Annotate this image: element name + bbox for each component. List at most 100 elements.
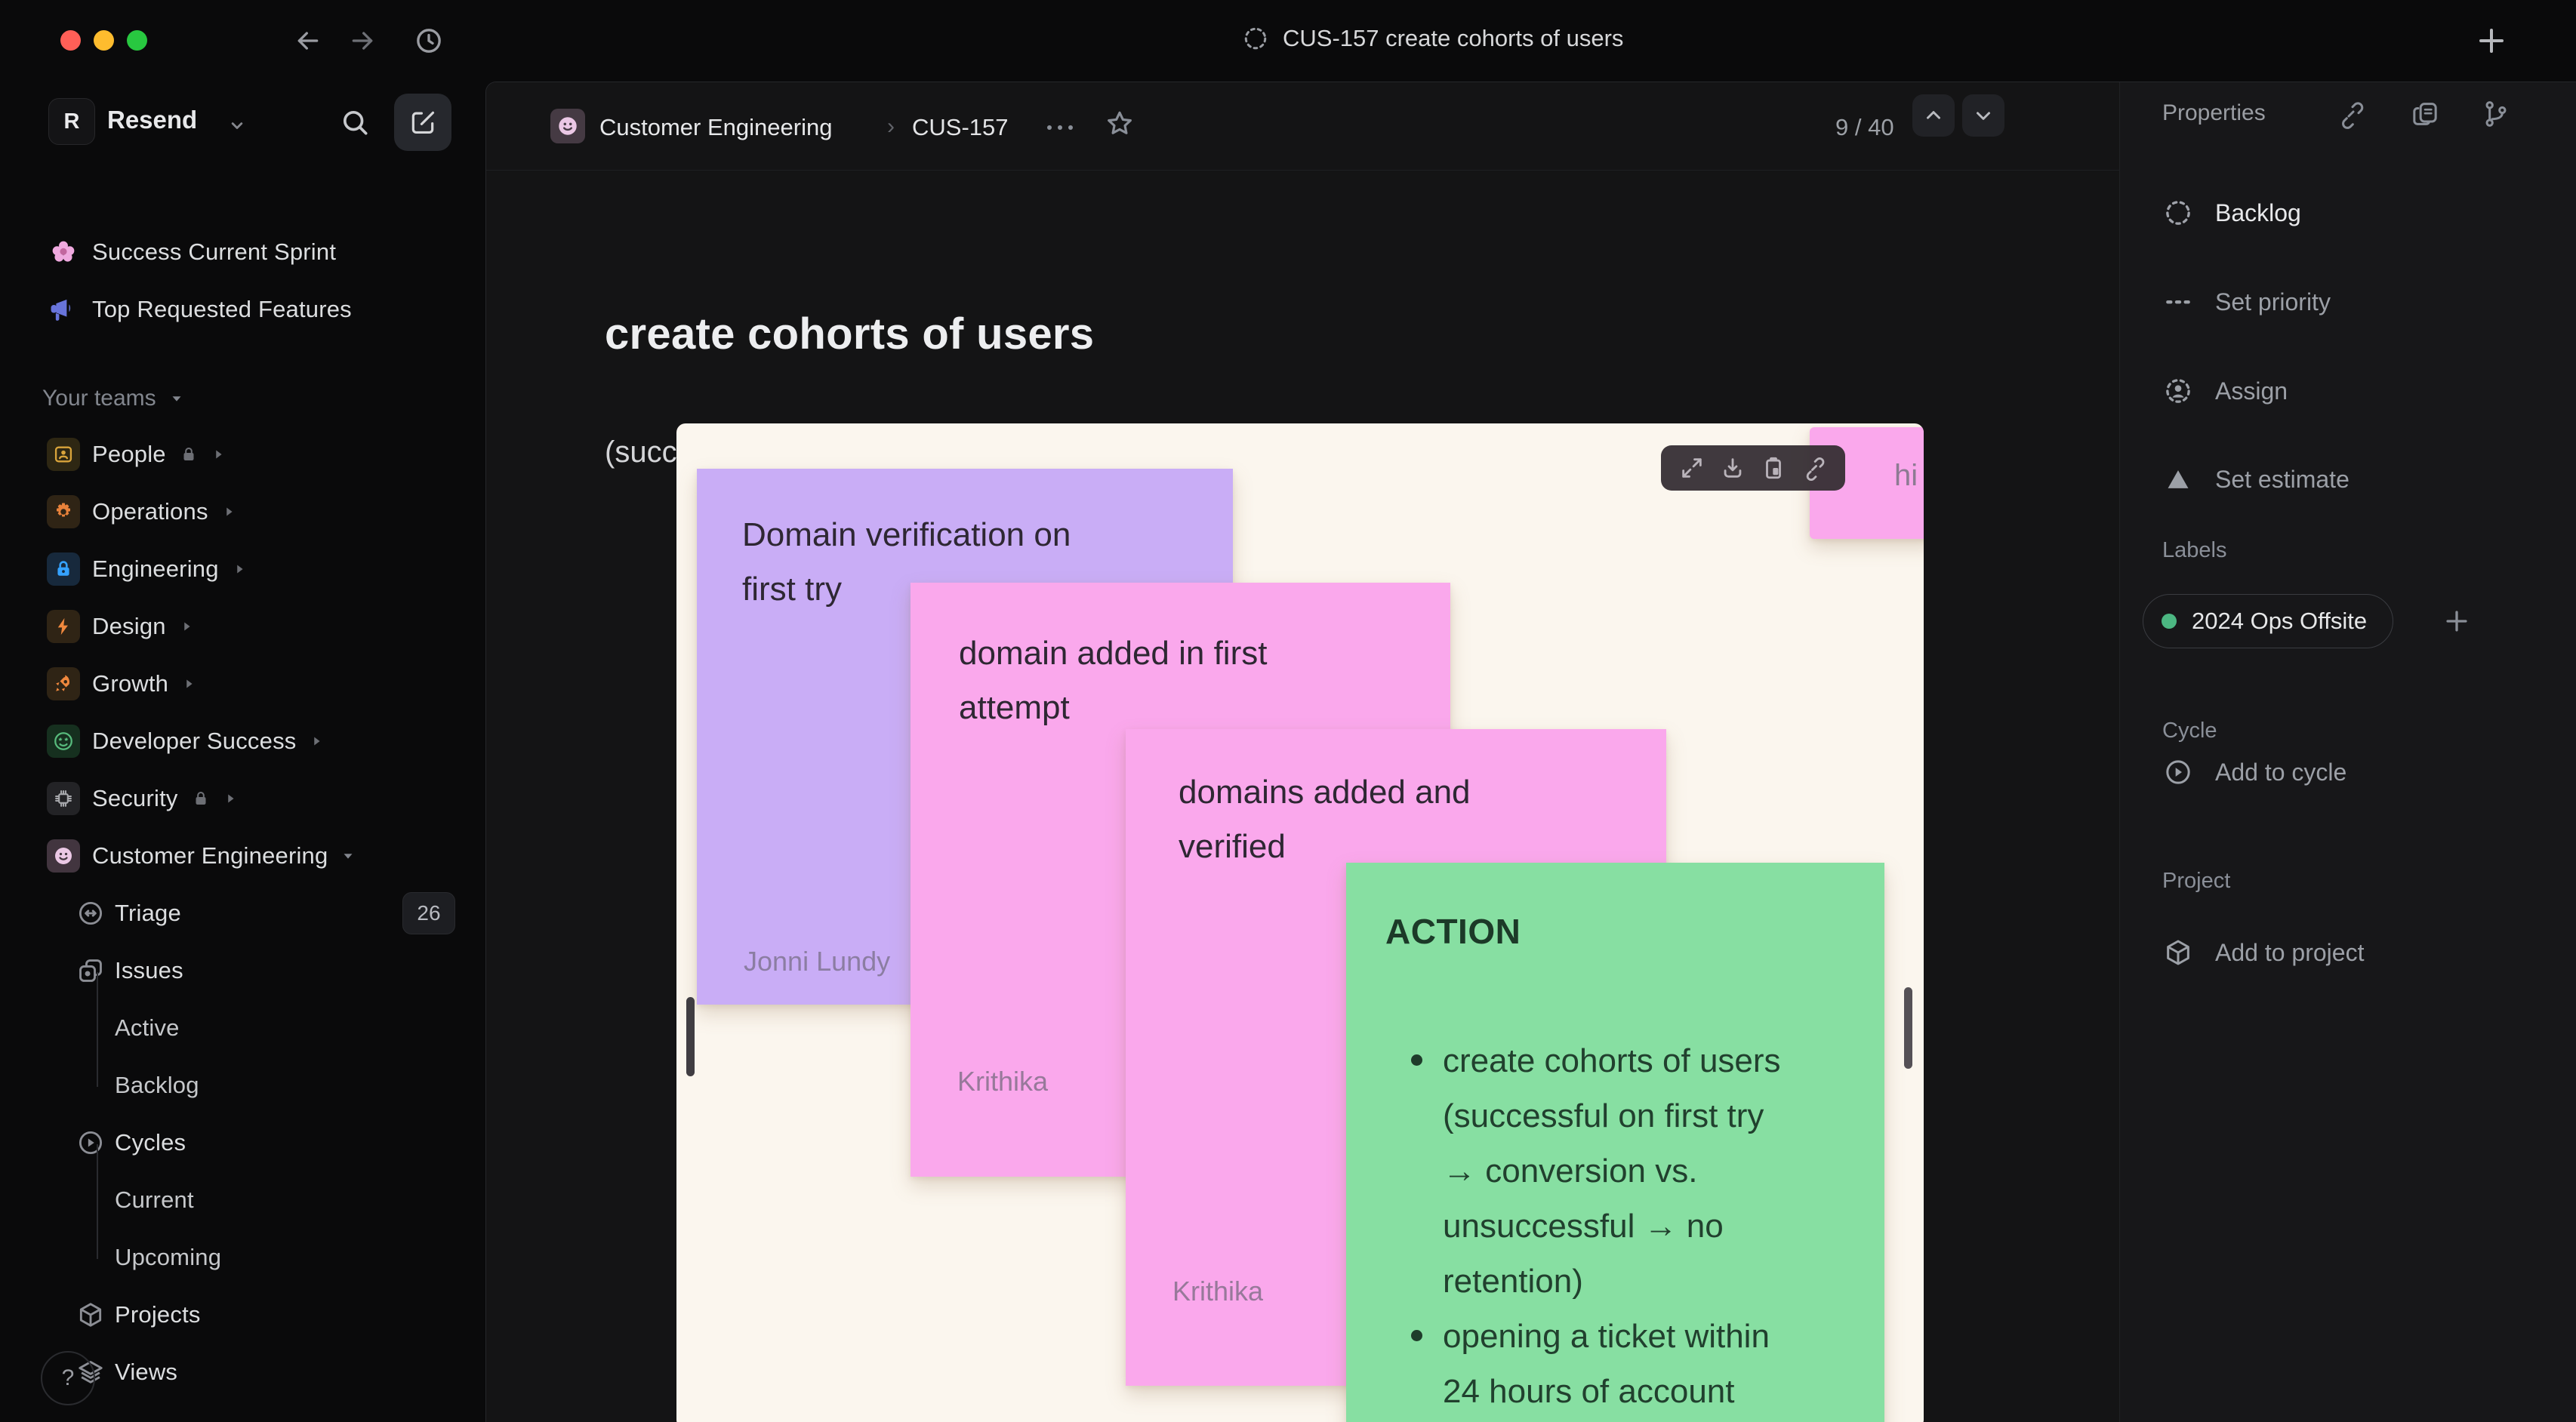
sidebar-item-issues[interactable]: Issues: [0, 942, 485, 999]
minimize-window-button[interactable]: [94, 30, 114, 51]
sidebar-item-backlog[interactable]: Backlog: [0, 1057, 485, 1114]
lock-blue-icon: [47, 552, 80, 586]
label-pill[interactable]: 2024 Ops Offsite: [2143, 594, 2394, 648]
team-label: Security: [92, 785, 178, 811]
forward-icon[interactable]: [347, 26, 377, 56]
sidebar-item-upcoming[interactable]: Upcoming: [0, 1229, 485, 1286]
backlog-status-icon: [2162, 197, 2194, 229]
help-button[interactable]: ?: [41, 1351, 95, 1405]
chevron-right-icon[interactable]: [231, 561, 248, 577]
labels-header: Labels: [2162, 538, 2227, 562]
chevron-right-icon[interactable]: [220, 503, 237, 520]
chevron-right-icon[interactable]: [180, 676, 197, 692]
previous-issue-button[interactable]: [1912, 94, 1955, 137]
sidebar-item-label: Active: [115, 1014, 180, 1041]
your-teams-header[interactable]: Your teams: [42, 376, 528, 421]
projects-cube-icon: [75, 1300, 106, 1330]
sidebar-team-design[interactable]: Design: [0, 598, 485, 655]
gear-icon: [47, 495, 80, 528]
sticky-note-author: Krithika: [1172, 1276, 1264, 1307]
chevron-right-icon[interactable]: [178, 618, 195, 635]
expand-image-icon[interactable]: [1679, 455, 1705, 481]
sidebar-team-customer-engineering[interactable]: Customer Engineering: [0, 827, 485, 885]
sidebar-item-cycles[interactable]: Cycles: [0, 1114, 485, 1171]
sidebar-item-label: Views: [115, 1359, 178, 1385]
megaphone-icon: [47, 293, 80, 326]
copy-id-icon[interactable]: [2410, 99, 2440, 129]
more-options-icon[interactable]: [1043, 119, 1077, 137]
status-row[interactable]: Backlog: [2162, 197, 2301, 229]
titlebar: CUS-157 create cohorts of users: [0, 0, 2576, 82]
download-image-icon[interactable]: [1720, 455, 1746, 481]
team-label: Customer Engineering: [92, 842, 328, 869]
team-label: People: [92, 441, 166, 467]
sidebar-team-engineering[interactable]: Engineering: [0, 540, 485, 598]
action-title: ACTION: [1385, 912, 1521, 951]
workspace-name[interactable]: Resend: [107, 106, 197, 134]
copy-link-icon[interactable]: [1801, 455, 1827, 481]
sidebar-item-label: Success Current Sprint: [92, 239, 337, 265]
sidebar-item-top-requested-features[interactable]: Top Requested Features: [0, 281, 485, 338]
sidebar-team-developer-success[interactable]: Developer Success: [0, 713, 485, 770]
image-resize-handle-left[interactable]: [686, 997, 695, 1076]
team-label: Developer Success: [92, 728, 297, 754]
close-window-button[interactable]: [60, 30, 81, 51]
triage-count-badge: 26: [402, 892, 455, 934]
add-label-icon[interactable]: [2440, 605, 2473, 638]
sidebar-team-operations[interactable]: Operations: [0, 483, 485, 540]
sidebar-team-growth[interactable]: Growth: [0, 655, 485, 713]
new-tab-plus-icon[interactable]: [2473, 23, 2510, 59]
assignee-row[interactable]: Assign: [2162, 375, 2288, 407]
sidebar-item-current[interactable]: Current: [0, 1171, 485, 1229]
sidebar-item-success-current-sprint[interactable]: Success Current Sprint: [0, 223, 485, 281]
chevron-right-icon[interactable]: [308, 733, 325, 749]
workspace-logo[interactable]: R: [48, 98, 95, 145]
priority-value: Set priority: [2215, 288, 2331, 315]
breadcrumb-team[interactable]: Customer Engineering: [599, 114, 832, 141]
copy-image-icon[interactable]: [1761, 455, 1786, 481]
sidebar-item-label: Triage: [115, 900, 181, 926]
image-toolbar: [1661, 445, 1845, 491]
action-bullet-list: create cohorts of users (successful on f…: [1411, 1033, 1834, 1419]
sidebar-item-triage[interactable]: Triage 26: [0, 885, 485, 942]
git-branch-icon[interactable]: [2481, 99, 2511, 129]
back-icon[interactable]: [293, 26, 323, 56]
estimate-row[interactable]: Set estimate: [2162, 463, 2350, 495]
chevron-right-icon[interactable]: [222, 790, 239, 807]
next-issue-button[interactable]: [1962, 94, 2004, 137]
add-to-cycle-label: Add to cycle: [2215, 758, 2347, 786]
zoom-window-button[interactable]: [127, 30, 147, 51]
chevron-right-icon[interactable]: [210, 446, 226, 463]
project-header: Project: [2162, 869, 2231, 893]
sticky-note-author: Krithika: [957, 1066, 1049, 1097]
history-clock-icon[interactable]: [414, 26, 444, 56]
issue-title[interactable]: create cohorts of users: [605, 309, 1094, 359]
add-to-cycle-row[interactable]: Add to cycle: [2162, 756, 2346, 788]
new-issue-compose-button[interactable]: [394, 94, 451, 151]
favorite-star-icon[interactable]: [1104, 108, 1135, 140]
copy-link-icon[interactable]: [2336, 99, 2366, 129]
backlog-status-icon: [1242, 25, 1269, 52]
priority-row[interactable]: Set priority: [2162, 286, 2331, 318]
sidebar-item-active[interactable]: Active: [0, 999, 485, 1057]
triage-icon: [75, 898, 106, 928]
no-priority-icon: [2162, 286, 2194, 318]
sidebar-item-projects[interactable]: Projects: [0, 1286, 485, 1344]
caret-down-icon[interactable]: [340, 848, 356, 864]
workspace-switcher[interactable]: R Resend: [0, 94, 485, 154]
add-to-project-row[interactable]: Add to project: [2162, 937, 2364, 968]
project-cube-icon: [2162, 937, 2194, 968]
issue-pager: 9 / 40: [1835, 114, 1894, 140]
sticky-note-text: domain added in first attempt: [959, 635, 1268, 726]
attached-image[interactable]: hi Domain verification on first try Jonn…: [676, 423, 1924, 1422]
star-struck-face-icon: [47, 725, 80, 758]
cycles-icon: [75, 1128, 106, 1158]
breadcrumb-issue-id[interactable]: CUS-157: [912, 114, 1009, 141]
sidebar-team-people[interactable]: People: [0, 426, 485, 483]
sidebar-team-security[interactable]: Security: [0, 770, 485, 827]
sidebar: R Resend Success Current Sprint Top Requ…: [0, 82, 485, 1422]
estimate-triangle-icon: [2162, 463, 2194, 495]
search-icon[interactable]: [338, 106, 371, 139]
sidebar-item-label: Backlog: [115, 1072, 199, 1098]
image-resize-handle-right[interactable]: [1904, 987, 1912, 1069]
